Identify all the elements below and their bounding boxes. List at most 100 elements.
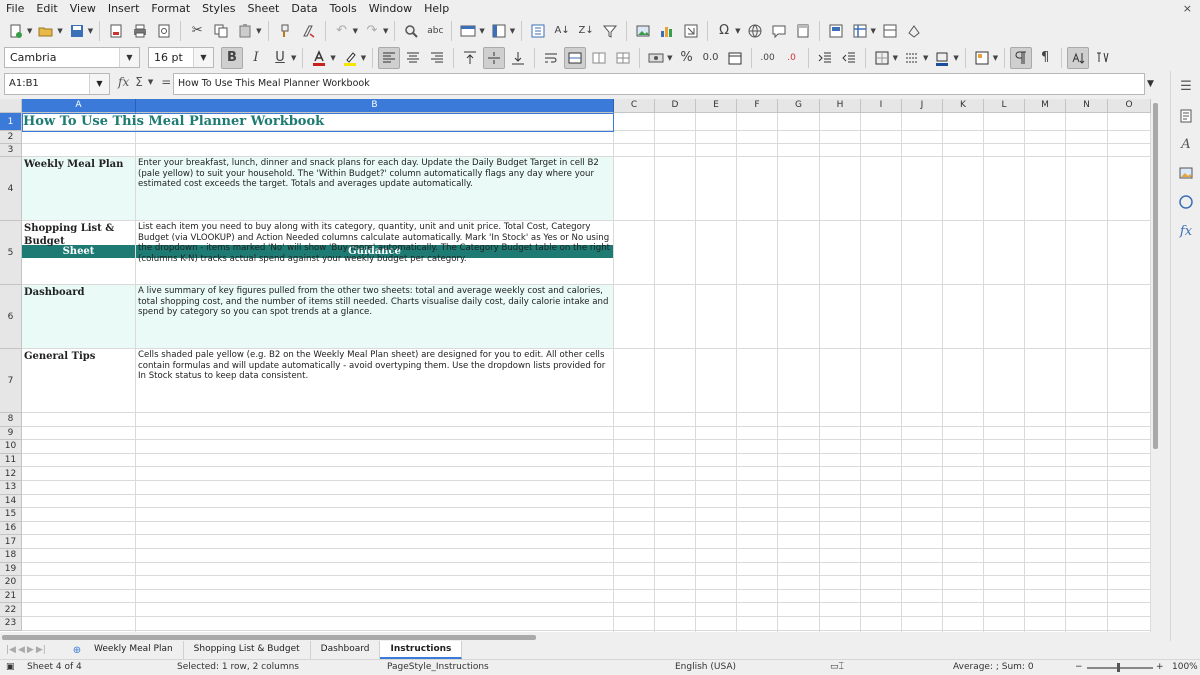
- sum-summary[interactable]: Average: ; Sum: 0: [953, 662, 1034, 672]
- comment-icon[interactable]: [768, 20, 790, 42]
- column-header-f[interactable]: F: [737, 99, 778, 113]
- sheet-tab-dashboard[interactable]: Dashboard: [311, 641, 381, 659]
- cell-guidance[interactable]: List each item you need to buy along wit…: [136, 221, 613, 284]
- merge-cells-icon[interactable]: [588, 47, 610, 69]
- column-header-c[interactable]: C: [614, 99, 655, 113]
- new-document-icon[interactable]: [5, 20, 27, 42]
- cell-sheet-name[interactable]: Dashboard: [22, 285, 135, 348]
- autofilter-icon[interactable]: [599, 20, 621, 42]
- zoom-in-icon[interactable]: +: [1156, 662, 1164, 672]
- spreadsheet-grid[interactable]: ABCDEFGHIJKLMNO 1 2 3 4 5 6 7 8 9 10 11 12 13 14 15 16 1…: [0, 99, 1151, 632]
- chevron-down-icon[interactable]: ▼: [119, 48, 139, 67]
- menu-format[interactable]: Format: [145, 0, 196, 17]
- currency-format-icon[interactable]: [645, 47, 667, 69]
- equals-icon[interactable]: =: [161, 75, 171, 89]
- sort-ascending-icon[interactable]: A↓: [551, 20, 573, 42]
- row-header-7[interactable]: 7: [0, 349, 22, 413]
- column-header-e[interactable]: E: [696, 99, 737, 113]
- row-header-16[interactable]: 16: [0, 521, 22, 536]
- align-bottom-icon[interactable]: [507, 47, 529, 69]
- column-header-k[interactable]: K: [943, 99, 984, 113]
- sheet-tab-weekly-meal-plan[interactable]: Weekly Meal Plan: [84, 641, 184, 659]
- spelling-icon[interactable]: abc: [424, 20, 446, 42]
- date-format-icon[interactable]: [724, 47, 746, 69]
- menu-styles[interactable]: Styles: [196, 0, 241, 17]
- redo-icon[interactable]: ↷: [361, 20, 383, 42]
- navigator-icon[interactable]: [1177, 193, 1195, 211]
- cell-guidance[interactable]: A live summary of key figures pulled fro…: [136, 285, 613, 348]
- select-all-corner[interactable]: [0, 99, 22, 113]
- zoom-out-icon[interactable]: −: [1075, 662, 1083, 672]
- delete-decimal-button[interactable]: .0: [781, 47, 803, 69]
- save-dropdown-icon[interactable]: ▼: [88, 27, 93, 35]
- border-color-dropdown-icon[interactable]: ▼: [953, 54, 958, 62]
- column-header-n[interactable]: N: [1066, 99, 1108, 113]
- row-header-15[interactable]: 15: [0, 508, 22, 522]
- borders-dropdown-icon[interactable]: ▼: [893, 54, 898, 62]
- decrease-indent-icon[interactable]: [838, 47, 860, 69]
- hyperlink-icon[interactable]: [744, 20, 766, 42]
- paste-dropdown-icon[interactable]: ▼: [256, 27, 261, 35]
- row-header-10[interactable]: 10: [0, 440, 22, 454]
- column-icon[interactable]: [488, 20, 510, 42]
- sheet-tab-shopping-list-budget[interactable]: Shopping List & Budget: [184, 641, 311, 659]
- row-header-22[interactable]: 22: [0, 603, 22, 617]
- sum-icon[interactable]: Σ: [135, 75, 143, 89]
- clone-formatting-icon[interactable]: [274, 20, 296, 42]
- cell-title[interactable]: How To Use This Meal Planner Workbook: [22, 113, 614, 131]
- row-header-18[interactable]: 18: [0, 549, 22, 563]
- gallery-icon[interactable]: [1177, 164, 1195, 182]
- chevron-down-icon[interactable]: ▼: [193, 48, 213, 67]
- menu-tools[interactable]: Tools: [324, 0, 363, 17]
- insert-image-icon[interactable]: [632, 20, 654, 42]
- border-style-icon[interactable]: [901, 47, 923, 69]
- selection-mode-icon[interactable]: ▭⌶: [830, 662, 844, 672]
- scrollbar-thumb[interactable]: [2, 635, 536, 640]
- zoom-slider[interactable]: [1087, 667, 1153, 669]
- function-wizard-icon[interactable]: fx: [118, 75, 129, 89]
- row-dropdown-icon[interactable]: ▼: [479, 27, 484, 35]
- vertical-text-icon[interactable]: [1091, 47, 1113, 69]
- find-replace-icon[interactable]: [400, 20, 422, 42]
- row-header-1[interactable]: 1: [0, 113, 22, 131]
- align-top-icon[interactable]: [459, 47, 481, 69]
- column-header-a[interactable]: A: [22, 99, 136, 113]
- insert-chart-icon[interactable]: [656, 20, 678, 42]
- center-vertically-icon[interactable]: [483, 46, 506, 69]
- sort-descending-icon[interactable]: Z↓: [575, 20, 597, 42]
- text-direction-ltr-icon[interactable]: [1010, 46, 1033, 69]
- export-pdf-icon[interactable]: [105, 20, 127, 42]
- cell-sheet-name[interactable]: Shopping List & Budget: [22, 221, 135, 284]
- undo-dropdown-icon[interactable]: ▼: [353, 27, 358, 35]
- border-style-dropdown-icon[interactable]: ▼: [923, 54, 928, 62]
- align-right-icon[interactable]: [426, 47, 448, 69]
- row-header-13[interactable]: 13: [0, 481, 22, 495]
- row-header-2[interactable]: 2: [0, 131, 22, 144]
- merge-center-icon[interactable]: [564, 46, 587, 69]
- row-header-6[interactable]: 6: [0, 285, 22, 349]
- row-header-12[interactable]: 12: [0, 467, 22, 481]
- row-header-19[interactable]: 19: [0, 562, 22, 577]
- split-window-icon[interactable]: [879, 20, 901, 42]
- copy-icon[interactable]: [210, 20, 232, 42]
- cut-icon[interactable]: ✂: [186, 20, 208, 42]
- column-header-o[interactable]: O: [1108, 99, 1151, 113]
- column-header-l[interactable]: L: [984, 99, 1025, 113]
- font-size-combobox[interactable]: 16 pt ▼: [148, 47, 214, 68]
- special-character-icon[interactable]: Ω: [713, 20, 735, 42]
- menu-data[interactable]: Data: [285, 0, 323, 17]
- menu-insert[interactable]: Insert: [102, 0, 146, 17]
- properties-icon[interactable]: [1177, 107, 1195, 125]
- sort-icon[interactable]: [527, 20, 549, 42]
- row-header-23[interactable]: 23: [0, 617, 22, 631]
- row-header-14[interactable]: 14: [0, 494, 22, 509]
- menu-sheet[interactable]: Sheet: [242, 0, 286, 17]
- underline-button[interactable]: U: [269, 47, 291, 69]
- language[interactable]: English (USA): [675, 662, 736, 672]
- borders-icon[interactable]: [871, 47, 893, 69]
- column-header-b[interactable]: B: [136, 99, 614, 113]
- horizontal-scrollbar[interactable]: [0, 632, 1151, 641]
- undo-icon[interactable]: ↶: [331, 20, 353, 42]
- font-name-combobox[interactable]: Cambria ▼: [4, 47, 140, 68]
- menu-view[interactable]: View: [64, 0, 102, 17]
